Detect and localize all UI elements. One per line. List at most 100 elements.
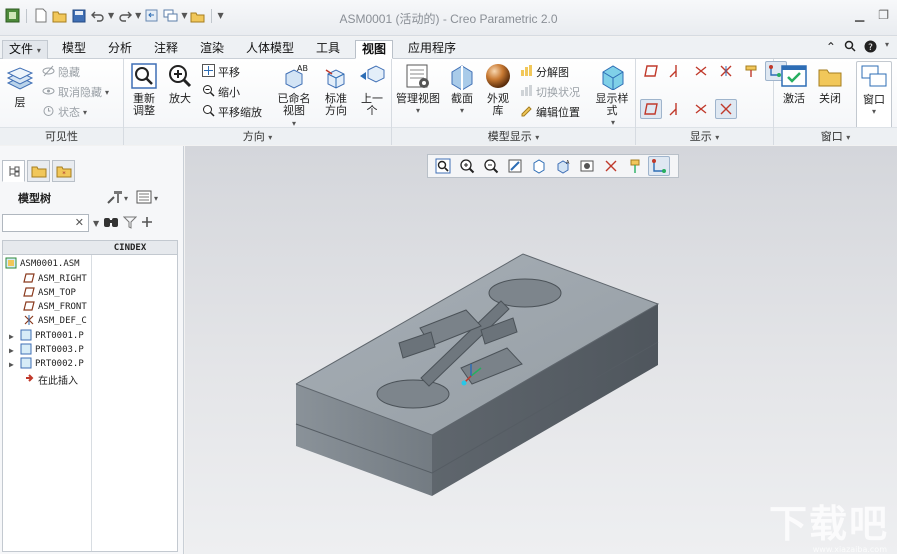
pan-button[interactable]: 平移 <box>202 63 240 81</box>
tree-node-label: ASM0001.ASM <box>20 259 80 269</box>
refit-button[interactable]: 重新调整 <box>128 61 160 117</box>
unhide-button[interactable]: 取消隐藏 ▾ <box>42 83 109 101</box>
graphics-window[interactable]: A 下载吧 www.xiazaiba.com <box>185 146 897 554</box>
section-button[interactable]: 截面 ▾ <box>446 61 478 117</box>
title-bar: ▼ ▼ ▼ ▼ ASM0001 (活动的) - Creo Parametric … <box>0 0 897 36</box>
tab-file[interactable]: 文件 ▾ <box>2 40 48 59</box>
tree-node-prt0002[interactable]: ▶ PRT0002.P <box>9 357 84 371</box>
standard-orientation-button[interactable]: 标准方向 <box>320 61 352 117</box>
named-views-label: 已命名视图 <box>277 92 311 117</box>
svg-text:*: * <box>62 170 66 178</box>
point-display-icon[interactable] <box>690 61 712 81</box>
hide-icon <box>42 65 55 80</box>
tab-tools[interactable]: 工具 <box>310 40 346 59</box>
tab-applications[interactable]: 应用程序 <box>402 40 462 59</box>
settings-icon[interactable] <box>106 189 124 208</box>
group-show: 显示 ▾ <box>636 59 787 145</box>
tab-model[interactable]: 模型 <box>56 40 92 59</box>
group-orientation: 重新调整 放大 平移 缩小 平移缩放 AB 已命名视图 ▾ 标准方向 上一个 方… <box>124 59 392 145</box>
show-row-2 <box>640 99 737 119</box>
csys-icon <box>23 314 35 329</box>
group-label-visibility: 可见性 <box>0 127 123 145</box>
toggle-status-icon <box>520 84 533 100</box>
datum-plane-icon <box>23 300 35 314</box>
group-window: 激活 关闭 窗口 ▾ 窗口 ▾ <box>774 59 897 145</box>
toggle-status-button[interactable]: 切换状况 <box>520 83 580 101</box>
close-button[interactable]: 关闭 <box>814 61 846 105</box>
pan-zoom-label: 平移缩放 <box>218 106 262 119</box>
pan-icon <box>202 64 215 80</box>
tree-node-root[interactable]: ASM0001.ASM <box>5 257 80 271</box>
layer-button[interactable]: 层 <box>4 65 36 109</box>
tab-render[interactable]: 渲染 <box>194 40 230 59</box>
collapse-ribbon-icon[interactable]: ⌃ <box>826 40 836 56</box>
minimize-icon[interactable]: ▁ <box>855 8 864 22</box>
tab-analysis[interactable]: 分析 <box>102 40 138 59</box>
help-icon[interactable]: ? <box>864 40 877 56</box>
favorites-tab-icon[interactable]: * <box>52 160 75 182</box>
help-dropdown-icon[interactable]: ▾ <box>885 40 889 56</box>
plane-display-icon[interactable] <box>640 61 662 81</box>
tree-node-asm-def-csys[interactable]: ASM_DEF_C <box>23 314 87 328</box>
layer-icon <box>5 65 35 95</box>
zoom-in-button[interactable]: 放大 <box>164 61 196 105</box>
windows-button[interactable]: 窗口 ▾ <box>856 61 892 129</box>
search-icon[interactable] <box>844 40 856 56</box>
tab-manikin[interactable]: 人体模型 <box>240 40 300 59</box>
activate-label: 激活 <box>783 92 805 105</box>
find-icon[interactable] <box>103 215 119 232</box>
zoom-out-button[interactable]: 缩小 <box>202 83 240 101</box>
previous-view-button[interactable]: 上一个 <box>356 61 388 117</box>
explode-view-button[interactable]: 分解图 <box>520 63 569 81</box>
edit-position-button[interactable]: 编辑位置 <box>520 103 580 121</box>
show-columns-icon[interactable] <box>136 190 152 207</box>
clear-search-icon[interactable]: ✕ <box>75 216 84 229</box>
axis-tag-display-icon[interactable] <box>665 99 687 119</box>
activate-button[interactable]: 激活 <box>778 61 810 105</box>
settings-dropdown-icon[interactable]: ▾ <box>124 194 128 203</box>
named-views-button[interactable]: AB 已命名视图 ▾ <box>276 61 312 130</box>
search-input[interactable]: ✕ <box>2 214 89 232</box>
tree-node-prt0003[interactable]: ▶ PRT0003.P <box>9 343 84 357</box>
show-row-1 <box>640 61 787 81</box>
tree-node-asm-front[interactable]: ASM_FRONT <box>23 300 87 314</box>
filter-icon[interactable] <box>122 215 138 232</box>
tab-view[interactable]: 视图 <box>355 40 394 59</box>
model-tree: CINDEX ASM0001.ASM ASM_RIGHT ASM_TOP ASM… <box>2 240 178 552</box>
model-tree-tab-icon[interactable] <box>2 160 25 182</box>
csys-tag-display-icon[interactable] <box>715 99 737 119</box>
tree-node-prt0001[interactable]: ▶ PRT0001.P <box>9 329 84 343</box>
folder-browser-tab-icon[interactable] <box>27 160 50 182</box>
tree-node-asm-right[interactable]: ASM_RIGHT <box>23 272 87 286</box>
annotation-display-icon[interactable] <box>740 61 762 81</box>
tree-node-label: 在此插入 <box>38 375 78 387</box>
axis-display-icon[interactable] <box>665 61 687 81</box>
part-icon <box>20 357 32 372</box>
manage-views-button[interactable]: 管理视图 ▾ <box>396 61 440 117</box>
show-dropdown-icon[interactable]: ▾ <box>154 194 158 203</box>
zoom-out-label: 缩小 <box>218 86 240 99</box>
add-column-icon[interactable] <box>141 216 153 231</box>
tree-node-insert-here[interactable]: 在此插入 <box>25 372 78 387</box>
tab-annotate[interactable]: 注释 <box>148 40 184 59</box>
hide-button[interactable]: 隐藏 <box>42 63 80 81</box>
expand-icon[interactable]: ▶ <box>9 332 17 341</box>
csys-display-icon[interactable] <box>715 61 737 81</box>
restore-icon[interactable]: ❐ <box>878 8 889 22</box>
point-tag-display-icon[interactable] <box>690 99 712 119</box>
status-button[interactable]: 状态 ▾ <box>42 103 87 121</box>
pan-zoom-icon <box>202 104 215 120</box>
display-style-button[interactable]: 显示样式 ▾ <box>594 61 632 129</box>
explode-icon <box>520 64 533 80</box>
ribbon-tabs: 文件 ▾ 模型 分析 注释 渲染 人体模型 工具 视图 应用程序 ⌃ ? ▾ <box>0 37 897 59</box>
part-icon <box>20 329 32 344</box>
pan-zoom-button[interactable]: 平移缩放 <box>202 103 262 121</box>
plane-tag-display-icon[interactable] <box>640 99 662 119</box>
expand-icon[interactable]: ▶ <box>9 360 17 369</box>
search-dropdown-icon[interactable]: ▼ <box>93 219 99 228</box>
close-folder-icon <box>815 61 845 91</box>
expand-icon[interactable]: ▶ <box>9 346 17 355</box>
tree-node-asm-top[interactable]: ASM_TOP <box>23 286 76 300</box>
svg-text:AB: AB <box>297 64 308 73</box>
appearance-button[interactable]: 外观库 <box>482 61 514 117</box>
